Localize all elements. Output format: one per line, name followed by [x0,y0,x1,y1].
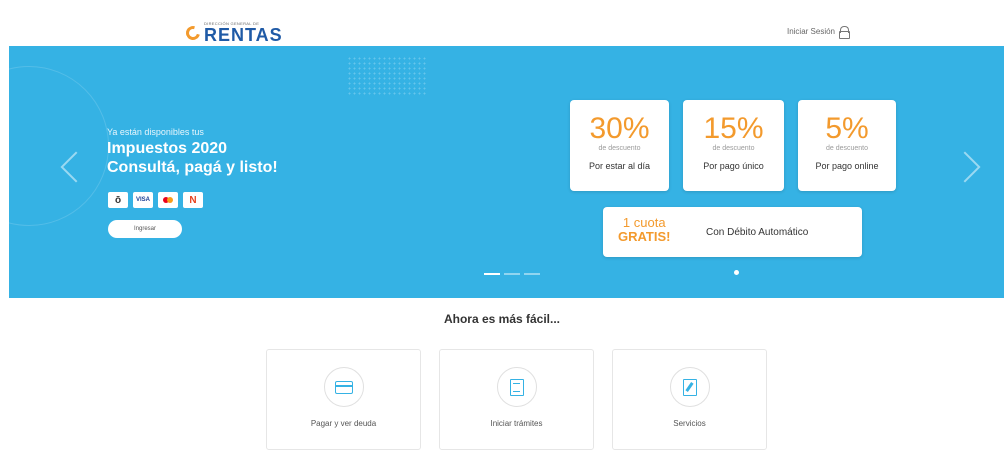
action-label: Servicios [673,419,706,428]
discount-desc: de descuento [598,145,641,152]
discount-desc: de descuento [712,145,755,152]
icon-circle [324,367,364,407]
discount-foot: Por pago online [815,161,879,171]
cuota-gratis-card: 1 cuota GRATIS! Con Débito Automático [603,207,862,257]
carousel-indicator[interactable] [484,273,500,275]
naranja-icon: N [183,192,203,208]
discount-foot: Por pago único [703,161,764,171]
decorative-circle [9,66,109,226]
hero-carousel: Ya están disponibles tus Impuestos 2020 … [9,46,1004,298]
discount-desc: de descuento [825,145,869,152]
decorative-dot-pattern [347,56,427,96]
edit-document-icon [683,378,697,396]
credit-card-icon [335,380,353,394]
login-label: Iniciar Sesión [786,27,835,36]
icon-circle [670,367,710,407]
decorative-dot [734,270,739,275]
discount-card-30: 30% de descuento Por estar al día [570,100,669,191]
header: DIRECCIÓN GENERAL DE RENTAS Iniciar Sesi… [0,0,1004,46]
logo-mark-icon [183,23,203,43]
cuota-text: Con Débito Automático [706,227,809,238]
discount-percent: 15% [703,112,764,145]
discount-percent: 30% [589,112,650,145]
mastercard-icon [158,192,178,208]
carousel-indicators [484,273,540,275]
iniciar-tramites-card[interactable]: Iniciar trámites [439,349,594,450]
hero-title-line1: Impuestos 2020 [107,140,228,157]
hero-intro: Ya están disponibles tus [107,127,204,137]
rentas-logo[interactable]: DIRECCIÓN GENERAL DE RENTAS [183,22,283,45]
login-link[interactable]: Iniciar Sesión [786,26,850,39]
discount-percent: 5% [825,112,869,145]
payment-icons: ō VISA N [108,192,203,208]
discount-foot: Por estar al día [588,161,651,171]
visa-icon: VISA [133,192,153,208]
ingresar-button[interactable]: Ingresar [108,220,182,238]
section-title: Ahora es más fácil... [443,312,561,326]
pagar-deuda-card[interactable]: Pagar y ver deuda [266,349,421,450]
cuota-line2: GRATIS! [618,229,671,245]
logo-title: RENTAS [204,25,283,45]
discount-card-15: 15% de descuento Por pago único [683,100,784,191]
action-label: Iniciar trámites [490,419,543,428]
carousel-indicator[interactable] [504,273,520,275]
carousel-indicator[interactable] [524,273,540,275]
servicios-card[interactable]: Servicios [612,349,767,450]
icon-circle [497,367,537,407]
document-icon [510,378,524,396]
discount-card-5: 5% de descuento Por pago online [798,100,896,191]
hero-title-line2: Consultá, pagá y listo! [107,159,278,176]
carousel-next-arrow-icon[interactable] [949,151,981,183]
lock-icon [839,26,850,39]
action-label: Pagar y ver deuda [310,419,377,428]
cuota-line1: 1 cuota [622,215,666,230]
rapipago-icon: ō [108,192,128,208]
